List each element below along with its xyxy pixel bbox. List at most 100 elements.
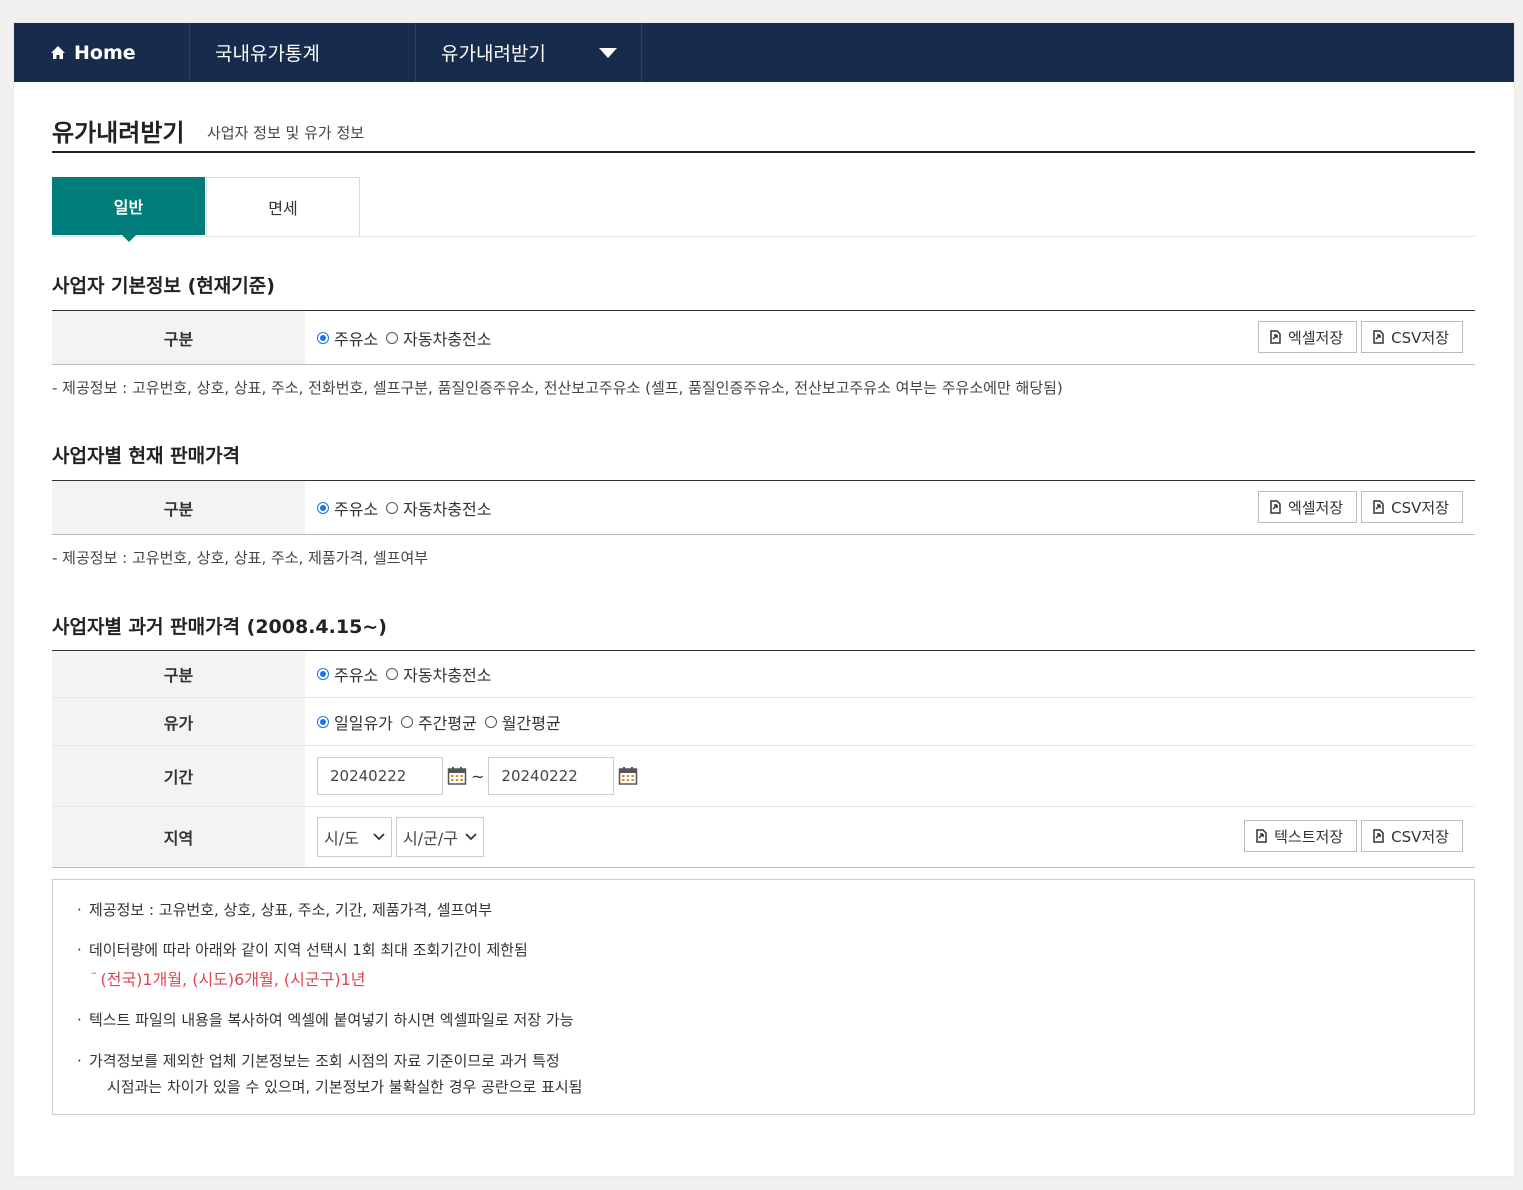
basic-info-note: - 제공정보 : 고유번호, 상호, 상표, 주소, 전화번호, 셀프구분, 품… [52,379,1063,397]
calendar-icon[interactable] [447,766,467,786]
button-label: 엑셀저장 [1287,498,1344,517]
file-export-icon [1270,330,1281,344]
csv-save-button[interactable]: CSV저장 [1361,820,1463,852]
section-current-price-table: 구분 주유소 자동차충전소 엑셀저장 CSV저장 [52,480,1475,535]
radio-button-checked[interactable] [317,331,329,344]
info-line: · 텍스트 파일의 내용을 복사하여 엑셀에 붙여넣기 하시면 엑셀파일로 저장 … [77,1011,574,1029]
info-text: 제공정보 : 고유번호, 상호, 상표, 주소, 기간, 제품가격, 셀프여부 [89,901,493,919]
type-row: 구분 주유소 자동차충전소 엑셀저장 CSV저장 [52,481,1475,534]
file-export-icon [1373,500,1384,514]
radio-charging-station[interactable]: 자동차충전소 [386,326,492,350]
price-type-label: 유가 [52,698,305,745]
section-basic-info-title: 사업자 기본정보 (현재기준) [52,275,275,297]
region-label: 지역 [52,807,305,867]
csv-save-button[interactable]: CSV저장 [1361,491,1463,523]
home-icon [51,46,65,59]
radio-charging-station[interactable]: 자동차충전소 [386,662,492,686]
radio-button-checked[interactable] [317,668,329,680]
text-save-button[interactable]: 텍스트저장 [1244,820,1358,852]
radio-label: 자동차충전소 [403,499,492,519]
radio-button-checked[interactable] [317,715,329,728]
type-options: 주유소 자동차충전소 [305,651,1475,697]
radio-label: 주유소 [334,666,379,685]
radio-gas-station[interactable]: 주유소 [317,662,378,686]
price-type-options: 일일유가 주간평균 월간평균 [305,698,1475,745]
date-to-input[interactable]: 20240222 [488,757,615,795]
section-current-price-title: 사업자별 현재 판매가격 [52,445,241,467]
file-export-icon [1256,829,1267,843]
radio-gas-station[interactable]: 주유소 [317,496,378,520]
section-past-price-title: 사업자별 과거 판매가격 (2008.4.15~) [52,616,387,638]
page-header: 유가내려받기 사업자 정보 및 유가 정보 [52,113,1475,153]
page-subtitle: 사업자 정보 및 유가 정보 [207,124,365,142]
region-selects: 시/도 시/군/구 텍스트저장 CSV저장 [305,807,1475,867]
calendar-icon[interactable] [618,766,638,786]
sigungu-select[interactable]: 시/군/구 [396,817,484,857]
page-title: 유가내려받기 [52,119,185,147]
button-label: CSV저장 [1391,498,1449,517]
radio-label: 주간평균 [417,713,477,733]
radio-button[interactable] [400,715,413,728]
period-inputs: 20240222 ~ 20240222 [305,746,1475,806]
chevron-down-icon [465,833,477,841]
type-label: 구분 [52,481,305,534]
file-export-icon [1373,829,1384,843]
type-label: 구분 [52,651,305,697]
excel-save-button[interactable]: 엑셀저장 [1257,321,1358,353]
radio-monthly[interactable]: 월간평균 [484,710,561,734]
radio-button[interactable] [484,715,497,728]
radio-weekly[interactable]: 주간평균 [400,710,477,734]
info-line: · 가격정보를 제외한 업체 기본정보는 조회 시점의 자료 기준이므로 과거 특… [77,1052,560,1070]
nav-home-label: Home [74,41,136,64]
radio-button-checked[interactable] [317,501,329,514]
top-nav: Home 국내유가통계 유가내려받기 [14,23,1514,82]
button-label: 엑셀저장 [1287,328,1344,347]
nav-download[interactable]: 유가내려받기 [416,23,642,82]
sigungu-select-value: 시/군/구 [403,829,458,848]
type-row: 구분 주유소 자동차충전소 엑셀저장 CSV저장 [52,311,1475,364]
sido-select-value: 시/도 [324,829,359,848]
file-export-icon [1373,330,1384,344]
info-text: 가격정보를 제외한 업체 기본정보는 조회 시점의 자료 기준이므로 과거 특정 [89,1052,560,1070]
radio-button[interactable] [386,331,399,344]
date-from-input[interactable]: 20240222 [317,757,443,795]
info-box: · 제공정보 : 고유번호, 상호, 상표, 주소, 기간, 제품가격, 셀프여부… [52,879,1475,1115]
sido-select[interactable]: 시/도 [317,817,392,857]
save-buttons: 엑셀저장 CSV저장 [1257,321,1463,353]
radio-button[interactable] [386,501,399,514]
nav-stats[interactable]: 국내유가통계 [190,23,416,82]
radio-charging-station[interactable]: 자동차충전소 [386,496,492,520]
tab-general[interactable]: 일반 [52,177,205,242]
chevron-down-icon[interactable] [599,47,617,58]
nav-home[interactable]: Home [14,23,190,82]
radio-daily[interactable]: 일일유가 [317,710,393,734]
type-options: 주유소 자동차충전소 엑셀저장 CSV저장 [305,311,1475,364]
info-warning: – (전국)1개월, (시도)6개월, (시군구)1년 [91,966,366,989]
type-row: 구분 주유소 자동차충전소 [52,651,1475,698]
price-type-row: 유가 일일유가 주간평균 월간평균 [52,698,1475,746]
nav-stats-label: 국내유가통계 [215,43,320,65]
button-label: 텍스트저장 [1274,827,1344,846]
radio-button[interactable] [386,668,399,680]
info-line: · 데이터량에 따라 아래와 같이 지역 선택시 1회 최대 조회기간이 제한됨 [77,941,528,959]
excel-save-button[interactable]: 엑셀저장 [1257,491,1358,523]
radio-label: 자동차충전소 [403,666,492,685]
info-text: 데이터량에 따라 아래와 같이 지역 선택시 1회 최대 조회기간이 제한됨 [89,941,528,959]
radio-label: 주유소 [334,499,379,519]
info-warning-text: (전국)1개월, (시도)6개월, (시군구)1년 [100,970,366,989]
button-label: CSV저장 [1391,827,1449,846]
region-row: 지역 시/도 시/군/구 텍스트저장 CSV저장 [52,807,1475,867]
radio-label: 일일유가 [334,713,393,733]
radio-gas-station[interactable]: 주유소 [317,326,378,350]
chevron-down-icon [373,833,385,841]
period-label: 기간 [52,746,305,806]
save-buttons: 텍스트저장 CSV저장 [1244,820,1463,852]
tab-tax-free[interactable]: 면세 [206,177,360,236]
section-past-price-table: 구분 주유소 자동차충전소 유가 일일유가 주간평균 월간평균 기간 20240… [52,650,1475,868]
radio-label: 월간평균 [501,713,561,733]
info-text: 텍스트 파일의 내용을 복사하여 엑셀에 붙여넣기 하시면 엑셀파일로 저장 가… [89,1011,574,1029]
button-label: CSV저장 [1391,328,1449,347]
csv-save-button[interactable]: CSV저장 [1361,321,1463,353]
file-export-icon [1270,500,1281,514]
period-row: 기간 20240222 ~ 20240222 [52,746,1475,807]
